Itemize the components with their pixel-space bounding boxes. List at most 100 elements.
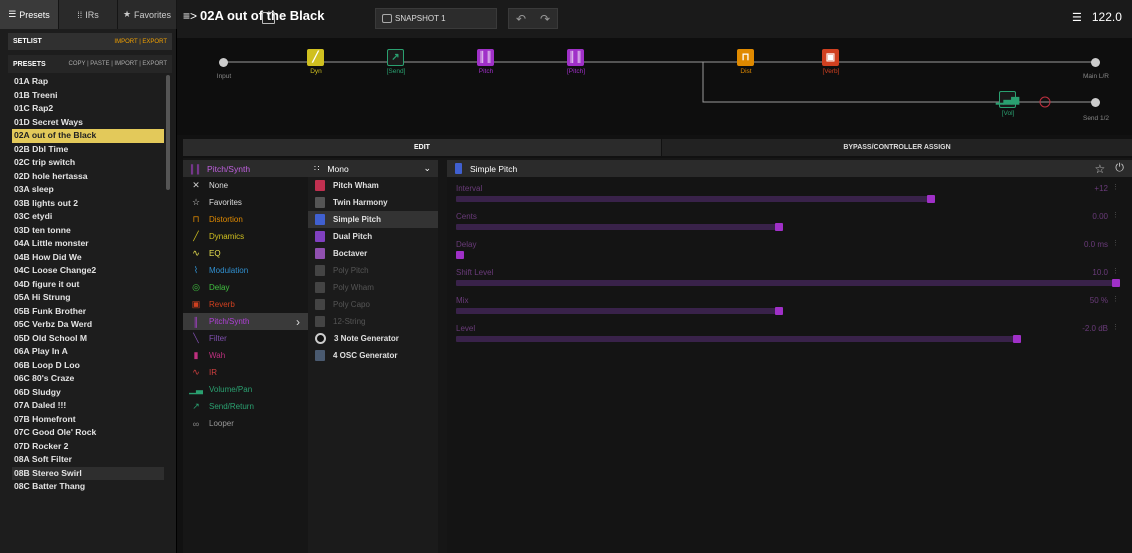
favorite-star-icon[interactable]: ☆ — [1095, 162, 1106, 176]
preset-item[interactable]: 07B Homefront — [12, 413, 164, 427]
preset-item[interactable]: 06C 80's Craze — [12, 372, 164, 386]
preset-item[interactable]: 04C Loose Change2 — [12, 264, 164, 278]
category-filter[interactable]: ╲ Filter — [183, 330, 308, 347]
param-level[interactable]: Level -2.0 dB ⋮ — [447, 324, 1132, 352]
category-looper[interactable]: ∞ Looper — [183, 415, 308, 432]
param-slider-thumb[interactable] — [1112, 279, 1120, 287]
preset-item[interactable]: 04D figure it out — [12, 278, 164, 292]
category-distortion[interactable]: ⊓ Distortion — [183, 211, 308, 228]
category-wah[interactable]: ▮ Wah — [183, 347, 308, 364]
category-send-return[interactable]: ↗ Send/Return — [183, 398, 308, 415]
preset-item[interactable]: 03C etydi — [12, 210, 164, 224]
chain-block-verb[interactable]: ▣ — [822, 49, 839, 66]
param-slider-thumb[interactable] — [456, 251, 464, 259]
preset-item[interactable]: 04A Little monster — [12, 237, 164, 251]
left-tab-irs[interactable]: ⁞⁞ IRs — [59, 0, 118, 29]
preset-item[interactable]: 08C Batter Thang — [12, 480, 164, 494]
model-boctaver[interactable]: Boctaver — [308, 245, 438, 262]
param-stepper-icon[interactable]: ⋮ — [1112, 183, 1119, 191]
preset-item[interactable]: 06A Play In A — [12, 345, 164, 359]
param-slider-thumb[interactable] — [927, 195, 935, 203]
chain-block-dyn[interactable]: ╱ — [307, 49, 324, 66]
preset-item[interactable]: 02C trip switch — [12, 156, 164, 170]
param-slider-thumb[interactable] — [775, 223, 783, 231]
param-interval[interactable]: Interval +12 ⋮ — [447, 184, 1132, 212]
param-slider-thumb[interactable] — [1013, 335, 1021, 343]
model-3-note-generator[interactable]: 3 Note Generator — [308, 330, 438, 347]
param-slider-thumb[interactable] — [775, 307, 783, 315]
chain-block-vol[interactable]: ▁▃▅ — [996, 91, 1019, 108]
param-value[interactable]: 50 % — [1090, 296, 1108, 305]
mode-selector[interactable]: ∷ Mono ⌄ — [308, 160, 438, 177]
category-dynamics[interactable]: ╱ Dynamics — [183, 228, 308, 245]
param-stepper-icon[interactable]: ⋮ — [1112, 323, 1119, 331]
preset-item[interactable]: 03B lights out 2 — [12, 197, 164, 211]
preset-item[interactable]: 05C Verbz Da Werd — [12, 318, 164, 332]
setlist-import-export[interactable]: IMPORT | EXPORT — [114, 39, 167, 45]
param-delay[interactable]: Delay 0.0 ms ⋮ — [447, 240, 1132, 268]
send-output-node[interactable] — [1091, 98, 1100, 107]
preset-item[interactable]: 04B How Did We — [12, 251, 164, 265]
param-slider-track[interactable] — [456, 224, 779, 230]
preset-item[interactable]: 05B Funk Brother — [12, 305, 164, 319]
param-slider-track[interactable] — [456, 308, 779, 314]
param-stepper-icon[interactable]: ⋮ — [1112, 295, 1119, 303]
category-pitch-synth[interactable]: ║ Pitch/Synth › — [183, 313, 308, 330]
param-value[interactable]: 0.00 — [1092, 212, 1108, 221]
left-tab-presets[interactable]: ☰ Presets — [0, 0, 59, 29]
param-value[interactable]: 0.0 ms — [1084, 240, 1108, 249]
category-eq[interactable]: ∿ EQ — [183, 245, 308, 262]
input-node[interactable] — [219, 58, 228, 67]
preset-item[interactable]: 02A out of the Black — [12, 129, 164, 143]
model-dual-pitch[interactable]: Dual Pitch — [308, 228, 438, 245]
preset-item[interactable]: 07C Good Ole' Rock — [12, 426, 164, 440]
preset-item[interactable]: 07D Rocker 2 — [12, 440, 164, 454]
chain-block-pitch[interactable]: ║║ — [477, 49, 494, 66]
preset-item[interactable]: 01B Treeni — [12, 89, 164, 103]
param-slider-track[interactable] — [456, 280, 1116, 286]
preset-item[interactable]: 03A sleep — [12, 183, 164, 197]
preset-item[interactable]: 02B Dbl Time — [12, 143, 164, 157]
category-header[interactable]: ║║ Pitch/Synth — [183, 160, 308, 177]
category-volume-pan[interactable]: ▁▃ Volume/Pan — [183, 381, 308, 398]
power-icon[interactable]: ⏻ — [1115, 162, 1124, 175]
category-favorites[interactable]: ☆ Favorites — [183, 194, 308, 211]
param-value[interactable]: -2.0 dB — [1082, 324, 1108, 333]
category-ir[interactable]: ∿ IR — [183, 364, 308, 381]
preset-item[interactable]: 08B Stereo Swirl — [12, 466, 164, 480]
param-stepper-icon[interactable]: ⋮ — [1112, 211, 1119, 219]
save-icon[interactable] — [262, 12, 275, 24]
undo-icon[interactable]: ↶ — [516, 12, 526, 26]
model-pitch-wham[interactable]: Pitch Wham — [308, 177, 438, 194]
preset-item[interactable]: 06D Sludgy — [12, 386, 164, 400]
preset-item[interactable]: 05A Hi Strung — [12, 291, 164, 305]
preset-item[interactable]: 03D ten tonne — [12, 224, 164, 238]
param-slider-track[interactable] — [456, 196, 931, 202]
param-stepper-icon[interactable]: ⋮ — [1112, 239, 1119, 247]
snapshot-selector[interactable]: SNAPSHOT 1 — [375, 8, 497, 29]
tab-bypass-controller-assign[interactable]: BYPASS/CONTROLLER ASSIGN — [662, 139, 1132, 156]
model-4-osc-generator[interactable]: 4 OSC Generator — [308, 347, 438, 364]
param-mix[interactable]: Mix 50 % ⋮ — [447, 296, 1132, 324]
param-shift-level[interactable]: Shift Level 10.0 ⋮ — [447, 268, 1132, 296]
category-none[interactable]: ✕ None — [183, 177, 308, 194]
preset-item[interactable]: 02D hole hertassa — [12, 170, 164, 184]
category-modulation[interactable]: ⌇ Modulation — [183, 262, 308, 279]
preset-item[interactable]: 07A Daled !!! — [12, 399, 164, 413]
preset-scrollbar[interactable] — [166, 75, 170, 190]
preset-item[interactable]: 05D Old School M — [12, 332, 164, 346]
preset-item[interactable]: 01C Rap2 — [12, 102, 164, 116]
param-stepper-icon[interactable]: ⋮ — [1112, 267, 1119, 275]
chain-block-dist[interactable]: ⊓ — [737, 49, 754, 66]
tempo-display[interactable]: ☰ 122.0 — [1072, 10, 1122, 24]
main-output-node[interactable] — [1091, 58, 1100, 67]
param-cents[interactable]: Cents 0.00 ⋮ — [447, 212, 1132, 240]
preset-menu-icon[interactable]: ≡> — [183, 9, 197, 23]
param-value[interactable]: 10.0 — [1092, 268, 1108, 277]
preset-item[interactable]: 01A Rap — [12, 75, 164, 89]
model-twin-harmony[interactable]: Twin Harmony — [308, 194, 438, 211]
left-tab-favorites[interactable]: ★ Favorites — [118, 0, 177, 29]
chain-block-pitch[interactable]: ║║ — [567, 49, 584, 66]
category-reverb[interactable]: ▣ Reverb — [183, 296, 308, 313]
category-delay[interactable]: ◎ Delay — [183, 279, 308, 296]
